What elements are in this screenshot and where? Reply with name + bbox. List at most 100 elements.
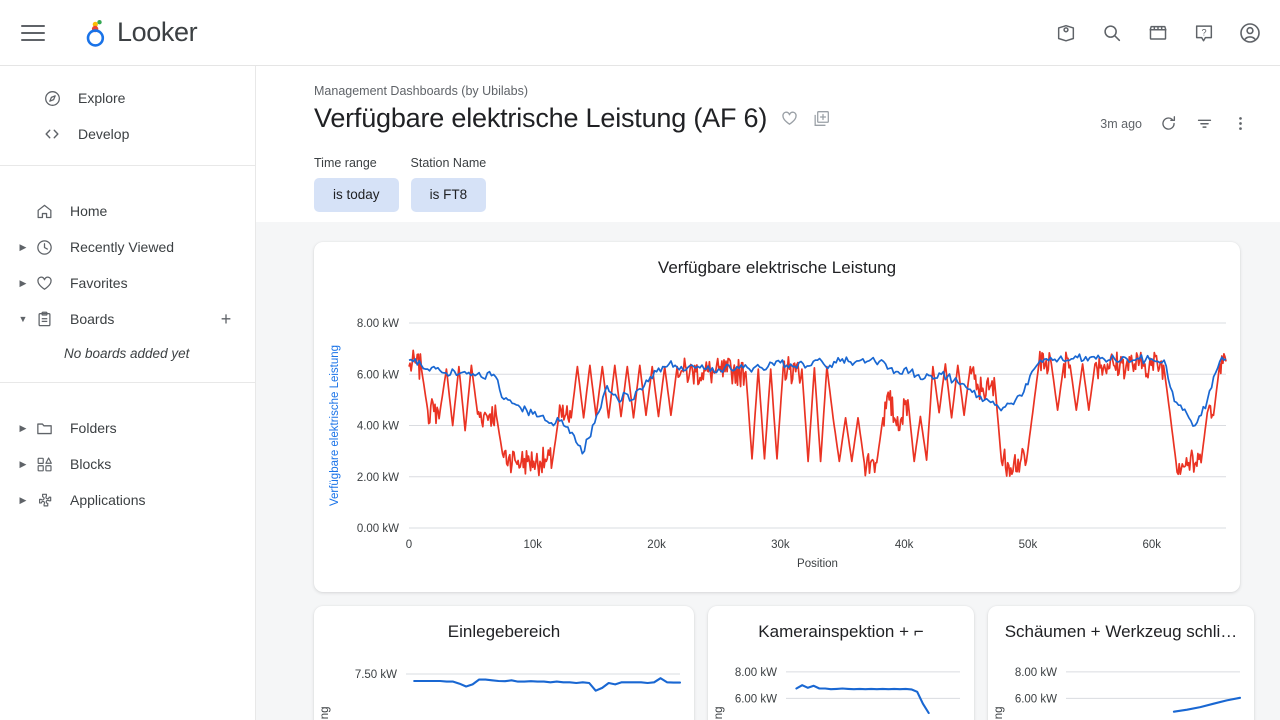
sidebar-item-label: Applications	[70, 492, 146, 508]
folder-icon	[32, 416, 56, 440]
help-icon[interactable]: ?	[1192, 21, 1216, 45]
top-navigation-bar: Looker ?	[0, 0, 1280, 66]
sidebar-navigation: Explore Develop ▶ Home ▶	[0, 66, 256, 720]
svg-text:8.00 kW: 8.00 kW	[357, 318, 399, 330]
boards-empty-message: No boards added yet	[64, 345, 190, 361]
sidebar-item-label: Blocks	[70, 456, 112, 472]
svg-text:10k: 10k	[524, 539, 543, 551]
filter-chip-time-range[interactable]: is today	[314, 177, 399, 212]
svg-text:e Leistung: e Leistung	[993, 706, 1005, 720]
chevron-right-icon[interactable]: ▶	[14, 459, 32, 470]
sidebar-divider-2	[0, 382, 255, 383]
sidebar-item-label: Recently Viewed	[70, 239, 175, 255]
kamerainspektion-chart[interactable]: 8.00 kW 6.00 kW e Leistung	[708, 642, 974, 720]
tile-einlegebereich[interactable]: Einlegebereich 7.50 kW e Leistung	[314, 605, 694, 720]
filter-label: Time range	[314, 155, 377, 170]
favorite-heart-icon[interactable]	[780, 109, 799, 128]
svg-text:30k: 30k	[771, 539, 790, 551]
svg-text:?: ?	[1201, 27, 1206, 37]
tile-title: Schäumen + Werkzeug schli…	[1004, 621, 1238, 641]
chevron-down-icon[interactable]: ▼	[14, 314, 32, 324]
svg-text:6.00 kW: 6.00 kW	[735, 693, 777, 705]
filter-label: Station Name	[410, 155, 487, 170]
tile-verfuegbare-elektrische-leistung[interactable]: Verfügbare elektrische Leistung 0.00 kW 2…	[314, 241, 1240, 592]
clock-icon	[32, 235, 56, 259]
svg-text:0: 0	[406, 539, 412, 551]
marketplace-icon[interactable]	[1146, 21, 1170, 45]
brand-name: Looker	[117, 17, 198, 47]
tile-title: Verfügbare elektrische Leistung	[657, 257, 897, 277]
looker-app: Looker ? Explore Develop Home ▶ Recently…	[0, 0, 1280, 720]
sidebar-item-explore[interactable]: Explore	[0, 80, 255, 116]
puzzle-icon	[32, 488, 56, 512]
sidebar-item-recently-viewed[interactable]: ▶ Recently Viewed	[0, 229, 255, 265]
last-updated-label: 3m ago	[1100, 116, 1142, 131]
sidebar-divider	[0, 165, 255, 166]
sidebar-item-blocks[interactable]: ▶ Blocks	[0, 446, 255, 482]
svg-text:e Leistung: e Leistung	[319, 706, 331, 720]
home-icon	[32, 199, 56, 223]
svg-text:8.00 kW: 8.00 kW	[735, 667, 777, 679]
tile-title: Einlegebereich	[447, 621, 561, 641]
tile-title: Kamerainspektion + ⌐	[758, 621, 924, 641]
refresh-icon[interactable]	[1159, 114, 1178, 133]
top-bar-actions: ?	[1054, 0, 1262, 66]
sidebar-item-boards[interactable]: ▼ Boards +	[0, 301, 255, 337]
sidebar-item-folders[interactable]: ▶ Folders	[0, 410, 255, 446]
chevron-right-icon[interactable]: ▶	[14, 242, 32, 253]
dashboard-main: Management Dashboards (by Ubilabs) Verfü…	[256, 66, 1280, 720]
page-title: Verfügbare elektrische Leistung (AF 6)	[314, 103, 768, 133]
dashboard-header: Management Dashboards (by Ubilabs) Verfü…	[256, 66, 1280, 134]
sidebar-item-label: Explore	[78, 90, 126, 106]
tile-kamerainspektion[interactable]: Kamerainspektion + ⌐ 8.00 kW 6.00 kW e Lei…	[708, 605, 974, 720]
sidebar-item-label: Favorites	[70, 275, 128, 291]
hamburger-menu-icon[interactable]	[21, 20, 47, 46]
chevron-right-icon[interactable]: ▶	[14, 278, 32, 289]
svg-text:e Leistung: e Leistung	[713, 706, 725, 720]
svg-text:Verfügbare elektrische Leistun: Verfügbare elektrische Leistung	[329, 345, 341, 506]
add-board-button[interactable]: +	[217, 310, 235, 328]
svg-text:2.00 kW: 2.00 kW	[357, 471, 399, 483]
learn-icon[interactable]	[1054, 21, 1078, 45]
filter-time-range: Time range is today	[314, 156, 399, 212]
add-to-board-icon[interactable]	[812, 109, 831, 128]
schaeumen-chart[interactable]: 8.00 kW 6.00 kW e Leistung	[988, 642, 1254, 720]
looker-brand[interactable]: Looker	[83, 17, 198, 48]
filter-icon[interactable]	[1195, 114, 1214, 133]
svg-text:8.00 kW: 8.00 kW	[1015, 667, 1057, 679]
chevron-right-icon[interactable]: ▶	[14, 423, 32, 434]
tiles-row-2: Einlegebereich 7.50 kW e Leistung Kamerai…	[314, 605, 1256, 720]
svg-text:40k: 40k	[895, 539, 914, 551]
svg-text:50k: 50k	[1019, 539, 1038, 551]
account-icon[interactable]	[1238, 21, 1262, 45]
svg-text:6.00 kW: 6.00 kW	[357, 369, 399, 381]
dashboard-filters: Time range is today Station Name is FT8	[256, 134, 1280, 212]
sidebar-item-develop[interactable]: Develop	[0, 116, 255, 152]
search-icon[interactable]	[1100, 21, 1124, 45]
sidebar-item-favorites[interactable]: ▶ Favorites	[0, 265, 255, 301]
tile-schaeumen[interactable]: Schäumen + Werkzeug schli… 8.00 kW 6.00 k…	[988, 605, 1254, 720]
dashboard-header-area: Management Dashboards (by Ubilabs) Verfü…	[256, 66, 1280, 222]
svg-text:Position: Position	[797, 558, 838, 570]
dashboard-actions: 3m ago	[1100, 114, 1250, 133]
main-chart[interactable]: 0.00 kW 2.00 kW 4.00 kW 6.00 kW 8.00 kW 0 10k 2…	[314, 278, 1240, 583]
code-brackets-icon	[40, 122, 64, 146]
svg-text:0.00 kW: 0.00 kW	[357, 523, 399, 535]
sidebar-item-label: Boards	[70, 311, 115, 327]
svg-text:60k: 60k	[1142, 539, 1161, 551]
blocks-icon	[32, 452, 56, 476]
chevron-right-icon[interactable]: ▶	[14, 495, 32, 506]
looker-logo-icon	[83, 18, 109, 48]
more-options-icon[interactable]	[1231, 114, 1250, 133]
filter-station-name: Station Name is FT8	[410, 155, 487, 212]
heart-icon	[32, 271, 56, 295]
sidebar-item-home[interactable]: ▶ Home	[0, 193, 255, 229]
einlegebereich-chart[interactable]: 7.50 kW e Leistung	[314, 642, 694, 720]
sidebar-item-label: Home	[70, 203, 108, 219]
svg-text:20k: 20k	[647, 539, 666, 551]
filter-chip-station-name[interactable]: is FT8	[410, 177, 487, 212]
svg-text:6.00 kW: 6.00 kW	[1015, 693, 1057, 705]
sidebar-item-applications[interactable]: ▶ Applications	[0, 482, 255, 518]
sidebar-item-label: Develop	[78, 126, 130, 142]
breadcrumb[interactable]: Management Dashboards (by Ubilabs)	[314, 84, 1256, 98]
